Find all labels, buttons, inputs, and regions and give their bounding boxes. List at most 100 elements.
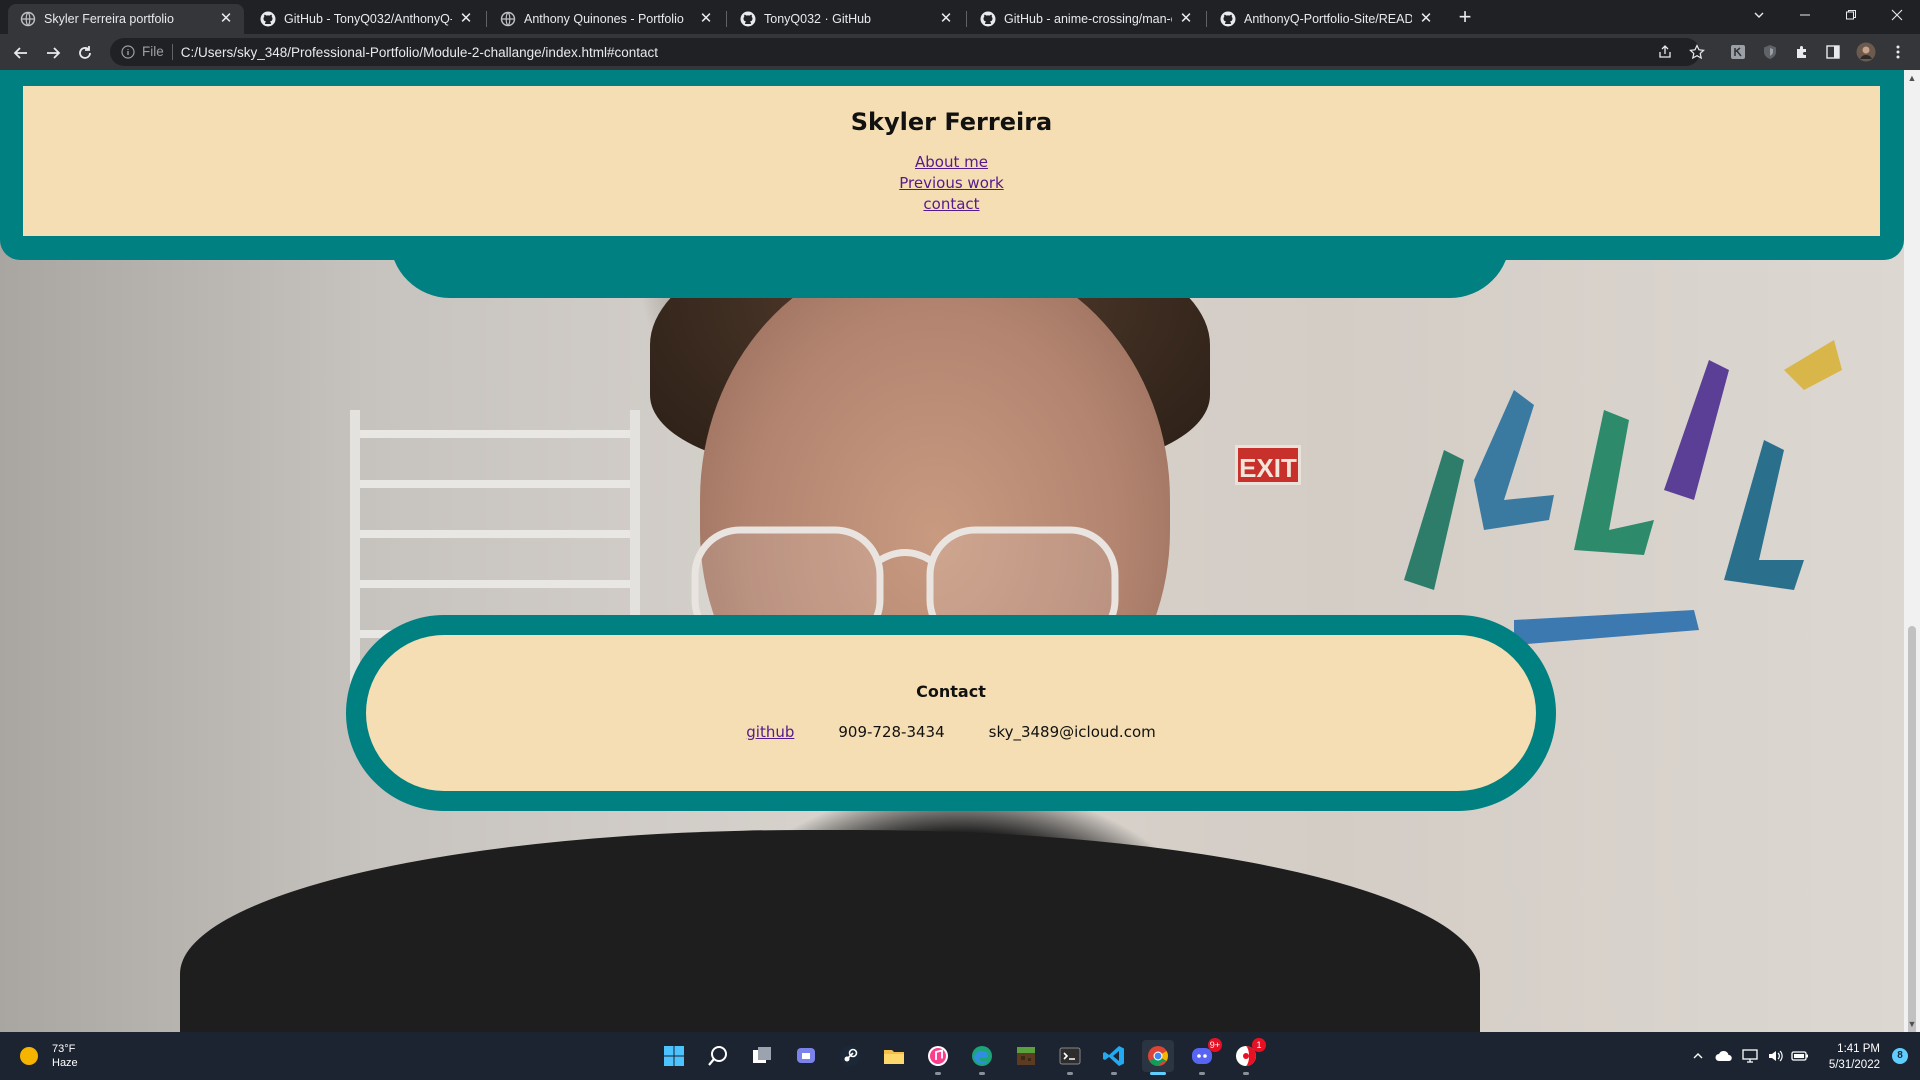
tab-github-anthonyq[interactable]: GitHub - TonyQ032/AnthonyQ-P ✕ bbox=[248, 4, 484, 34]
taskbar-clock[interactable]: 1:41 PM 5/31/2022 bbox=[1829, 1041, 1880, 1073]
contact-heading: Contact bbox=[916, 682, 986, 701]
photo-shirt bbox=[180, 830, 1480, 1032]
file-explorer-icon[interactable] bbox=[878, 1040, 910, 1072]
contact-details: github 909-728-3434 sky_3489@icloud.com bbox=[366, 723, 1536, 741]
restore-icon[interactable] bbox=[1828, 0, 1874, 30]
site-title: Skyler Ferreira bbox=[850, 108, 1053, 136]
address-bar[interactable]: File C:/Users/sky_348/Professional-Portf… bbox=[110, 38, 1700, 66]
globe-icon bbox=[500, 11, 516, 27]
github-icon bbox=[980, 11, 996, 27]
forward-arrow-icon[interactable] bbox=[40, 40, 66, 66]
sun-icon bbox=[20, 1047, 38, 1065]
share-icon[interactable] bbox=[1655, 42, 1675, 62]
contact-section: Contact github 909-728-3434 sky_3489@icl… bbox=[346, 615, 1556, 811]
discord-icon[interactable]: 9+ bbox=[1186, 1038, 1222, 1075]
tab-title: AnthonyQ-Portfolio-Site/READM bbox=[1244, 12, 1412, 26]
shield-icon[interactable] bbox=[1760, 42, 1780, 62]
address-scheme-label: File bbox=[142, 44, 173, 60]
site-header: Skyler Ferreira About me Previous work c… bbox=[0, 70, 1904, 298]
tab-separator bbox=[486, 11, 487, 27]
app-icon[interactable]: 1 bbox=[1230, 1038, 1266, 1075]
tab-title: GitHub - anime-crossing/man-ch bbox=[1004, 12, 1172, 26]
address-url[interactable]: C:/Users/sky_348/Professional-Portfolio/… bbox=[181, 45, 658, 60]
itunes-icon[interactable] bbox=[922, 1040, 954, 1075]
close-icon[interactable]: ✕ bbox=[458, 11, 474, 27]
browser-tab-bar: Skyler Ferreira portfolio ✕ GitHub - Ton… bbox=[0, 0, 1920, 34]
email-address: sky_3489@icloud.com bbox=[988, 723, 1156, 741]
onedrive-cloud-icon[interactable] bbox=[1714, 1046, 1734, 1066]
tab-title: Skyler Ferreira portfolio bbox=[44, 12, 174, 26]
globe-icon bbox=[20, 11, 36, 27]
page-viewport: EXIT Skyler Ferreira About me Previous w… bbox=[0, 70, 1904, 1032]
github-icon bbox=[260, 11, 276, 27]
reload-icon[interactable] bbox=[72, 40, 98, 66]
tab-separator bbox=[966, 11, 967, 27]
bookmark-star-icon[interactable] bbox=[1687, 42, 1707, 62]
minimize-icon[interactable] bbox=[1782, 0, 1828, 30]
profile-avatar[interactable] bbox=[1856, 42, 1876, 62]
chrome-icon[interactable] bbox=[1142, 1040, 1174, 1075]
github-link[interactable]: github bbox=[746, 723, 794, 741]
nav-link-about[interactable]: About me bbox=[915, 152, 988, 173]
menu-kebab-icon[interactable] bbox=[1888, 42, 1908, 62]
vscode-icon[interactable] bbox=[1098, 1040, 1130, 1075]
teams-chat-icon[interactable] bbox=[790, 1040, 822, 1072]
side-panel-icon[interactable] bbox=[1823, 42, 1843, 62]
browser-toolbar: File C:/Users/sky_348/Professional-Portf… bbox=[0, 34, 1920, 70]
terminal-icon[interactable] bbox=[1054, 1040, 1086, 1075]
close-icon[interactable]: ✕ bbox=[1178, 11, 1194, 27]
scroll-up-arrow-icon[interactable]: ▲ bbox=[1904, 70, 1920, 86]
tab-anime-crossing[interactable]: GitHub - anime-crossing/man-ch ✕ bbox=[968, 4, 1204, 34]
edge-browser-icon[interactable] bbox=[966, 1040, 998, 1075]
clock-date: 5/31/2022 bbox=[1828, 1059, 1880, 1071]
new-tab-button[interactable]: + bbox=[1453, 6, 1477, 30]
tray-chevron-up-icon[interactable] bbox=[1688, 1046, 1708, 1066]
tab-separator bbox=[1206, 11, 1207, 27]
site-nav: About me Previous work contact bbox=[23, 152, 1880, 215]
close-window-icon[interactable] bbox=[1874, 0, 1920, 30]
close-icon[interactable]: ✕ bbox=[698, 11, 714, 27]
close-icon[interactable]: ✕ bbox=[1418, 11, 1434, 27]
github-icon bbox=[1220, 11, 1236, 27]
windows-start-icon[interactable] bbox=[658, 1040, 690, 1072]
nav-link-previous-work[interactable]: Previous work bbox=[899, 173, 1003, 194]
search-icon[interactable] bbox=[702, 1040, 734, 1072]
info-icon[interactable] bbox=[120, 44, 136, 60]
notification-count-badge[interactable]: 8 bbox=[1892, 1048, 1908, 1064]
task-view-icon[interactable] bbox=[746, 1040, 778, 1072]
weather-condition: Haze bbox=[52, 1057, 78, 1069]
tab-portfolio-readme[interactable]: AnthonyQ-Portfolio-Site/READM ✕ bbox=[1208, 4, 1444, 34]
scroll-down-arrow-icon[interactable]: ▼ bbox=[1904, 1016, 1920, 1032]
steam-icon[interactable] bbox=[834, 1040, 866, 1072]
tab-skyler-portfolio[interactable]: Skyler Ferreira portfolio ✕ bbox=[8, 4, 244, 34]
close-icon[interactable]: ✕ bbox=[218, 11, 234, 27]
weather-temp: 73°F bbox=[52, 1043, 76, 1055]
tab-separator bbox=[726, 11, 727, 27]
windows-taskbar: 73°F Haze 9+ 1 1:41 PM 5/31/2022 8 bbox=[0, 1032, 1920, 1080]
nav-link-contact[interactable]: contact bbox=[923, 194, 979, 215]
weather-widget[interactable]: 73°F Haze bbox=[20, 1042, 78, 1070]
battery-icon[interactable] bbox=[1790, 1046, 1810, 1066]
scrollbar-thumb[interactable] bbox=[1908, 626, 1916, 1046]
clock-time: 1:41 PM bbox=[1837, 1043, 1880, 1055]
tab-title: GitHub - TonyQ032/AnthonyQ-P bbox=[284, 12, 452, 26]
back-arrow-icon[interactable] bbox=[8, 40, 34, 66]
page-scrollbar[interactable]: ▲ ▼ bbox=[1904, 70, 1920, 1046]
extension-icon[interactable] bbox=[1728, 42, 1748, 62]
tab-anthony-portfolio[interactable]: Anthony Quinones - Portfolio ✕ bbox=[488, 4, 724, 34]
close-icon[interactable]: ✕ bbox=[938, 11, 954, 27]
header-panel: Skyler Ferreira About me Previous work c… bbox=[23, 86, 1880, 236]
network-icon[interactable] bbox=[1740, 1046, 1760, 1066]
phone-number: 909-728-3434 bbox=[838, 723, 945, 741]
tab-search-icon[interactable] bbox=[1736, 0, 1782, 30]
discord-badge: 9+ bbox=[1207, 1038, 1222, 1052]
volume-icon[interactable] bbox=[1766, 1046, 1786, 1066]
minecraft-icon[interactable] bbox=[1010, 1040, 1042, 1072]
tab-tonyq032-github[interactable]: TonyQ032 · GitHub ✕ bbox=[728, 4, 964, 34]
contact-panel: Contact github 909-728-3434 sky_3489@icl… bbox=[366, 635, 1536, 791]
exit-sign: EXIT bbox=[1235, 445, 1301, 485]
tab-title: TonyQ032 · GitHub bbox=[764, 12, 871, 26]
tab-title: Anthony Quinones - Portfolio bbox=[524, 12, 684, 26]
github-icon bbox=[740, 11, 756, 27]
puzzle-icon[interactable] bbox=[1792, 42, 1812, 62]
